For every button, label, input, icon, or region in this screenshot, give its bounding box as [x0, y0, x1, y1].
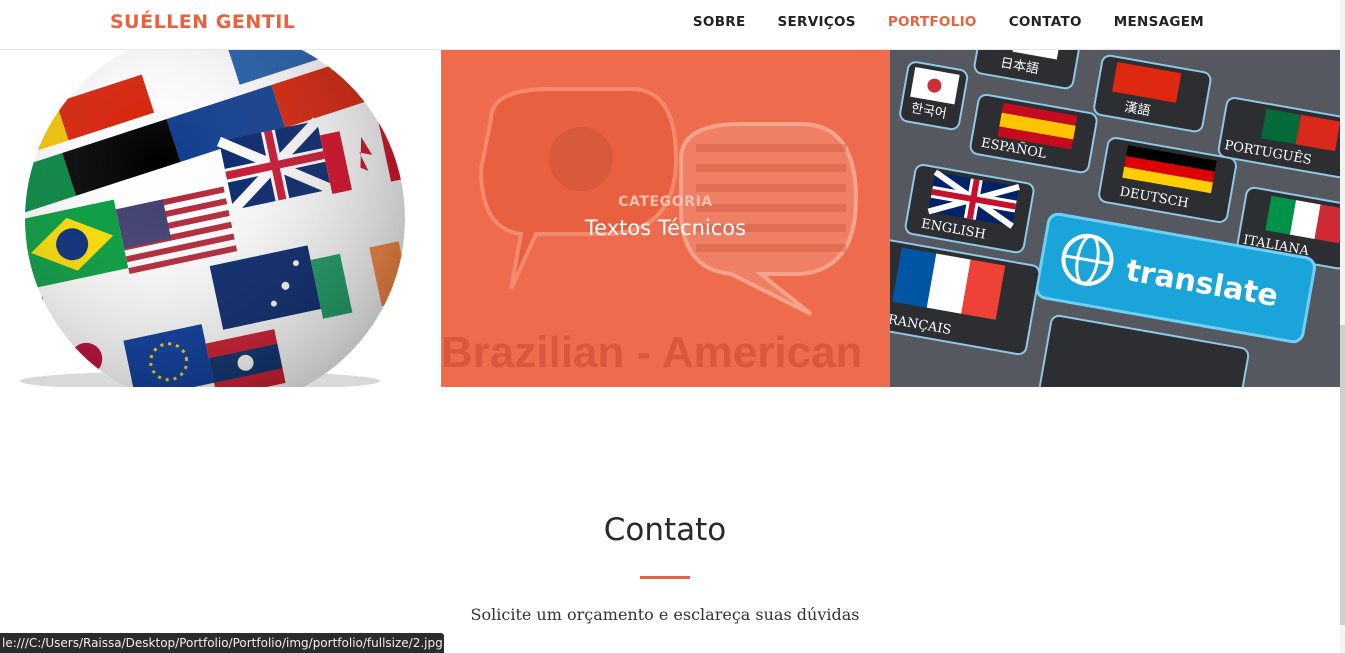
- portfolio-caption: CATEGORIA Textos Técnicos: [441, 194, 890, 240]
- nav-item-contato[interactable]: CONTATO: [1009, 14, 1082, 30]
- banner-text: Brazilian - American: [441, 328, 862, 377]
- page-scrollbar[interactable]: [1340, 0, 1345, 653]
- contato-subtitle: Solicite um orçamento e esclareça suas d…: [470, 605, 860, 624]
- section-divider: [640, 576, 690, 579]
- browser-status-bar: le:///C:/Users/Raissa/Desktop/Portfolio/…: [0, 633, 444, 653]
- portfolio-item-translate-keyboard[interactable]: 日本語 漢語 PORTUGUÊS 한국어 ESPAÑOL DEUTSCH ITA…: [890, 49, 1340, 387]
- nav-menu: SOBRE SERVIÇOS PORTFOLIO CONTATO MENSAGE…: [693, 14, 1204, 30]
- portfolio-grid: Brazilian - American CATEGORIA Textos Té…: [0, 49, 1340, 387]
- brand-logo[interactable]: SUÉLLEN GENTIL: [110, 11, 295, 33]
- nav-item-portfolio[interactable]: PORTFOLIO: [888, 14, 977, 30]
- nav-item-sobre[interactable]: SOBRE: [693, 14, 746, 30]
- scrollbar-thumb[interactable]: [1340, 325, 1345, 625]
- nav-item-servicos[interactable]: SERVIÇOS: [778, 14, 856, 30]
- nav-item-mensagem[interactable]: MENSAGEM: [1114, 14, 1204, 30]
- navbar: SUÉLLEN GENTIL SOBRE SERVIÇOS PORTFOLIO …: [0, 0, 1340, 50]
- portfolio-item-textos-tecnicos[interactable]: Brazilian - American CATEGORIA Textos Té…: [441, 49, 890, 387]
- flags-globe-image: [20, 49, 405, 387]
- portfolio-project-name: Textos Técnicos: [584, 216, 747, 240]
- contato-heading: Contato: [603, 512, 727, 548]
- portfolio-category: CATEGORIA: [618, 194, 713, 210]
- portfolio-item-flags-globe[interactable]: [0, 49, 441, 387]
- translate-keyboard-image: 日本語 漢語 PORTUGUÊS 한국어 ESPAÑOL DEUTSCH ITA…: [890, 49, 1340, 387]
